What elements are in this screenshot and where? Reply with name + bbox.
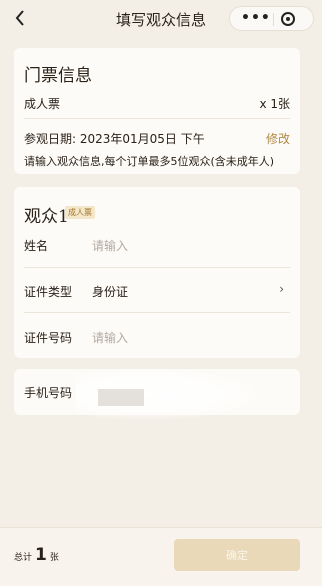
- chevron-right-icon[interactable]: ›: [279, 282, 284, 296]
- id-number-label: 证件号码: [24, 331, 73, 345]
- name-label: 姓名: [24, 239, 49, 253]
- divider: [24, 118, 290, 119]
- ticket-section-title: 门票信息: [24, 66, 92, 86]
- ticket-info-card: 门票信息 成人票 x 1张 参观日期: 2023年01月05日 下午 修改 请输…: [14, 48, 300, 174]
- name-input[interactable]: 请输入: [92, 237, 128, 254]
- divider: [24, 312, 290, 313]
- confirm-button[interactable]: 确定: [174, 539, 300, 571]
- edit-date-link[interactable]: 修改: [266, 130, 290, 147]
- id-type-label: 证件类型: [24, 285, 73, 299]
- visitor-note: 请输入观众信息,每个订单最多5位观众(含未成年人): [24, 155, 275, 168]
- close-target-icon[interactable]: [281, 12, 295, 26]
- total-unit: 张: [49, 553, 59, 563]
- total-prefix: 总计: [14, 553, 33, 563]
- divider: [24, 267, 290, 268]
- phone-label: 手机号码: [24, 386, 73, 400]
- id-type-select[interactable]: 身份证: [92, 283, 128, 300]
- mini-program-capsule: •••: [229, 6, 314, 31]
- visit-date: 参观日期: 2023年01月05日 下午: [24, 132, 205, 146]
- total-count: 总计 1 张: [14, 545, 59, 565]
- capsule-divider: [273, 13, 274, 26]
- id-number-input[interactable]: 请输入: [92, 329, 128, 346]
- bottom-bar: 总计 1 张 确定: [0, 527, 322, 586]
- more-icon[interactable]: •••: [241, 10, 270, 26]
- visitor-card: 观众1 成人票 姓名 请输入 证件类型 身份证 › 证件号码 请输入: [14, 187, 300, 358]
- phone-redacted-block: [98, 389, 144, 406]
- nav-bar: 填写观众信息 •••: [0, 0, 322, 40]
- ticket-type: 成人票: [24, 97, 61, 111]
- visitor-title: 观众1: [24, 207, 69, 227]
- total-number: 1: [35, 545, 47, 565]
- ticket-type-badge: 成人票: [65, 206, 95, 219]
- ticket-quantity: x 1张: [259, 97, 290, 111]
